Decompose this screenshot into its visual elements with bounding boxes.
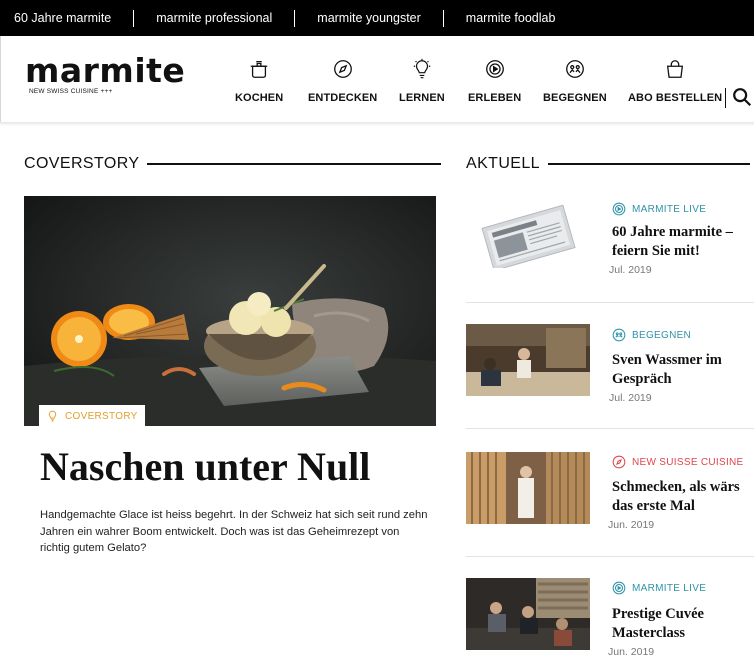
- topbar-link-professional[interactable]: marmite professional: [156, 11, 272, 25]
- news-category: NEW SUISSE CUISINE: [612, 455, 744, 469]
- nav-begegnen[interactable]: BEGEGNEN: [543, 58, 607, 104]
- nav-label: BEGEGNEN: [543, 92, 607, 104]
- coverstory-image[interactable]: [24, 196, 436, 426]
- topbar-divider: [294, 9, 296, 27]
- marmite-logo[interactable]: marmite NEW SWISS CUISINE +++: [25, 54, 185, 95]
- pot-icon: [250, 61, 268, 78]
- news-divider: [466, 302, 754, 303]
- nav-label: ENTDECKEN: [308, 92, 378, 104]
- people-circle-icon: [612, 328, 626, 342]
- category-label: MARMITE LIVE: [632, 203, 707, 215]
- nav-abo-bestellen[interactable]: ABO BESTELLEN: [628, 58, 722, 104]
- coverstory-heading: COVERSTORY: [24, 155, 442, 173]
- nav-erleben[interactable]: ERLEBEN: [468, 58, 521, 104]
- topbar-link-60-jahre[interactable]: 60 Jahre marmite: [14, 11, 111, 25]
- news-category: MARMITE LIVE: [612, 202, 706, 216]
- news-title[interactable]: Schmecken, als wärs das erste Mal: [612, 478, 752, 516]
- news-category: MARMITE LIVE: [612, 581, 706, 595]
- news-date: Jul. 2019: [609, 392, 652, 404]
- nav-kochen[interactable]: KOCHEN: [235, 58, 283, 104]
- nav-label: ABO BESTELLEN: [628, 92, 723, 104]
- section-rule: [147, 163, 442, 165]
- section-rule: [547, 163, 750, 165]
- coverstory-badge[interactable]: COVERSTORY: [39, 405, 145, 427]
- news-item[interactable]: BEGEGNEN Sven Wassmer im Gespräch Jul. 2…: [466, 324, 754, 436]
- category-label: NEW SUISSE CUISINE: [632, 456, 744, 468]
- news-thumbnail[interactable]: [466, 196, 590, 268]
- news-date: Jun. 2019: [608, 519, 655, 531]
- nav-divider: [725, 88, 726, 108]
- category-label: MARMITE LIVE: [632, 582, 707, 594]
- section-title: AKTUELL: [466, 155, 540, 172]
- section-title: COVERSTORY: [24, 155, 140, 172]
- news-date: Jun. 2019: [608, 646, 655, 658]
- play-circle-icon: [612, 581, 626, 595]
- compass-icon: [612, 455, 626, 469]
- news-title[interactable]: Sven Wassmer im Gespräch: [612, 351, 752, 389]
- category-label: BEGEGNEN: [632, 329, 692, 341]
- top-bar: 60 Jahre marmite marmite professional ma…: [0, 0, 754, 36]
- topbar-link-youngster[interactable]: marmite youngster: [317, 11, 421, 25]
- topbar-link-foodlab[interactable]: marmite foodlab: [466, 11, 556, 25]
- site-header: marmite NEW SWISS CUISINE +++ KOCHEN ENT…: [0, 36, 754, 122]
- people-circle-icon: [565, 60, 584, 78]
- news-thumbnail[interactable]: [466, 324, 590, 396]
- search-icon[interactable]: [731, 86, 753, 108]
- topbar-divider: [133, 9, 135, 27]
- news-item[interactable]: NEW SUISSE CUISINE Schmecken, als wärs d…: [466, 452, 754, 564]
- play-circle-icon: [612, 202, 626, 216]
- lightbulb-icon: [413, 58, 431, 79]
- play-circle-icon: [485, 60, 504, 78]
- news-item[interactable]: MARMITE LIVE 60 Jahre marmite – feiern S…: [466, 196, 754, 308]
- news-title[interactable]: Prestige Cuvée Masterclass: [612, 605, 752, 643]
- logo-wordmark: marmite: [25, 51, 186, 90]
- topbar-divider: [442, 9, 444, 27]
- news-divider: [466, 556, 754, 557]
- nav-entdecken[interactable]: ENTDECKEN: [308, 58, 377, 104]
- news-date: Jul. 2019: [609, 264, 652, 276]
- news-title[interactable]: 60 Jahre marmite – feiern Sie mit!: [612, 223, 752, 261]
- coverstory-headline[interactable]: Naschen unter Null: [40, 444, 370, 490]
- nav-label: LERNEN: [399, 92, 445, 104]
- news-thumbnail[interactable]: [466, 578, 590, 650]
- nav-lernen[interactable]: LERNEN: [399, 58, 445, 104]
- badge-label: COVERSTORY: [65, 410, 138, 422]
- news-item[interactable]: MARMITE LIVE Prestige Cuvée Masterclass …: [466, 578, 754, 662]
- aktuell-heading: AKTUELL: [466, 155, 750, 173]
- news-divider: [466, 428, 754, 429]
- lightbulb-icon: [48, 410, 57, 422]
- news-thumbnail[interactable]: [466, 452, 590, 524]
- nav-label: ERLEBEN: [468, 92, 522, 104]
- coverstory-teaser: Handgemachte Glace ist heiss begehrt. In…: [40, 509, 428, 554]
- shopping-bag-icon: [667, 60, 684, 78]
- header-shadow: [0, 122, 754, 126]
- news-category: BEGEGNEN: [612, 328, 691, 342]
- compass-icon: [333, 60, 352, 78]
- nav-label: KOCHEN: [235, 92, 284, 104]
